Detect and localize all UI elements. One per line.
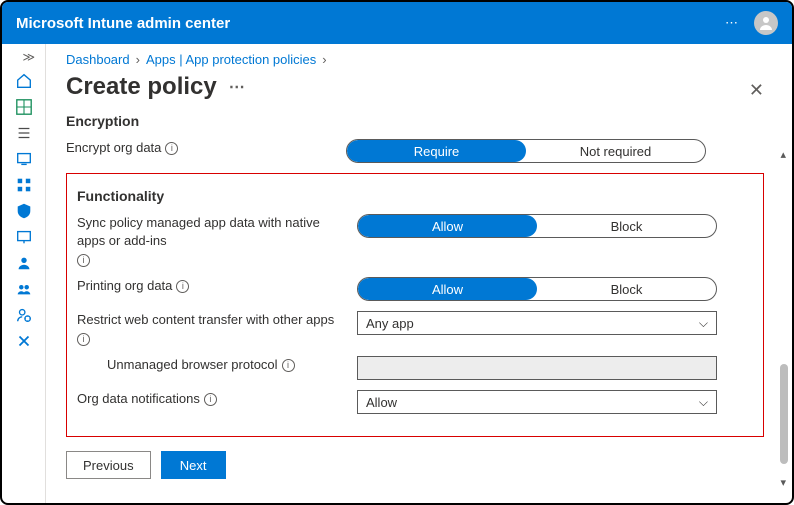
sync-label: Sync policy managed app data with native… xyxy=(77,214,347,250)
avatar[interactable] xyxy=(754,11,778,35)
info-icon[interactable]: i xyxy=(176,280,189,293)
info-icon[interactable]: i xyxy=(165,142,178,155)
breadcrumb: Dashboard › Apps | App protection polici… xyxy=(66,52,764,67)
groups-icon[interactable] xyxy=(15,280,33,298)
page-more-icon[interactable]: ⋯ xyxy=(229,77,246,97)
scroll-down-icon[interactable]: ▾ xyxy=(780,476,786,489)
encrypt-toggle[interactable]: Require Not required xyxy=(346,139,706,163)
home-icon[interactable] xyxy=(15,72,33,90)
restrict-label: Restrict web content transfer with other… xyxy=(77,311,334,329)
reports-icon[interactable] xyxy=(15,228,33,246)
devices-icon[interactable] xyxy=(15,150,33,168)
previous-button[interactable]: Previous xyxy=(66,451,151,479)
sidebar: ≫ xyxy=(2,44,46,503)
app-title: Microsoft Intune admin center xyxy=(16,15,230,32)
breadcrumb-dashboard[interactable]: Dashboard xyxy=(66,52,130,67)
notifications-label: Org data notifications xyxy=(77,390,200,408)
endpoint-security-icon[interactable] xyxy=(15,202,33,220)
row-notifications: Org data notifications i Allow ⌵ xyxy=(77,390,753,414)
next-button[interactable]: Next xyxy=(161,451,226,479)
printing-toggle[interactable]: Allow Block xyxy=(357,277,717,301)
encrypt-notrequired[interactable]: Not required xyxy=(526,140,705,162)
row-encrypt: Encrypt org data i Require Not required xyxy=(66,139,764,163)
notifications-select[interactable]: Allow ⌵ xyxy=(357,390,717,414)
person-icon xyxy=(758,15,774,31)
unmanaged-protocol-label: Unmanaged browser protocol xyxy=(107,356,278,374)
close-icon[interactable]: ✕ xyxy=(749,80,764,101)
encrypt-label: Encrypt org data xyxy=(66,139,161,157)
sync-toggle[interactable]: Allow Block xyxy=(357,214,717,238)
chevron-right-icon: › xyxy=(322,52,326,67)
sync-allow[interactable]: Allow xyxy=(358,215,537,237)
row-restrict: Restrict web content transfer with other… xyxy=(77,311,753,346)
scroll-thumb[interactable] xyxy=(780,364,788,464)
scroll-up-icon[interactable]: ▴ xyxy=(780,148,786,161)
row-printing: Printing org data i Allow Block xyxy=(77,277,753,301)
info-icon[interactable]: i xyxy=(77,254,90,267)
chevron-down-icon: ⌵ xyxy=(699,395,708,410)
section-encryption: Encryption xyxy=(66,113,764,129)
info-icon[interactable]: i xyxy=(204,393,217,406)
printing-allow[interactable]: Allow xyxy=(358,278,537,300)
encrypt-require[interactable]: Require xyxy=(347,140,526,162)
row-unmanaged-protocol: Unmanaged browser protocol i xyxy=(77,356,753,380)
info-icon[interactable]: i xyxy=(282,359,295,372)
tenant-admin-icon[interactable] xyxy=(15,306,33,324)
breadcrumb-apps[interactable]: Apps | App protection policies xyxy=(146,52,316,67)
chevron-down-icon: ⌵ xyxy=(699,316,708,331)
users-icon[interactable] xyxy=(15,254,33,272)
titlebar: Microsoft Intune admin center ⋯ xyxy=(2,2,792,44)
main-panel: Dashboard › Apps | App protection polici… xyxy=(46,44,792,503)
wizard-footer: Previous Next xyxy=(66,451,764,479)
info-icon[interactable]: i xyxy=(77,333,90,346)
apps-icon[interactable] xyxy=(15,176,33,194)
printing-block[interactable]: Block xyxy=(537,278,716,300)
section-functionality: Functionality xyxy=(77,188,753,204)
page-title: Create policy ⋯ xyxy=(66,73,764,101)
unmanaged-protocol-input xyxy=(357,356,717,380)
titlebar-more-icon[interactable]: ⋯ xyxy=(725,15,738,31)
troubleshoot-icon[interactable] xyxy=(15,332,33,350)
collapse-toggle-icon[interactable]: ≫ xyxy=(2,50,45,64)
list-icon[interactable] xyxy=(15,124,33,142)
printing-label: Printing org data xyxy=(77,277,172,295)
dashboard-icon[interactable] xyxy=(15,98,33,116)
restrict-select[interactable]: Any app ⌵ xyxy=(357,311,717,335)
chevron-right-icon: › xyxy=(136,52,140,67)
highlighted-region: Functionality Sync policy managed app da… xyxy=(66,173,764,437)
row-sync: Sync policy managed app data with native… xyxy=(77,214,753,267)
sync-block[interactable]: Block xyxy=(537,215,716,237)
